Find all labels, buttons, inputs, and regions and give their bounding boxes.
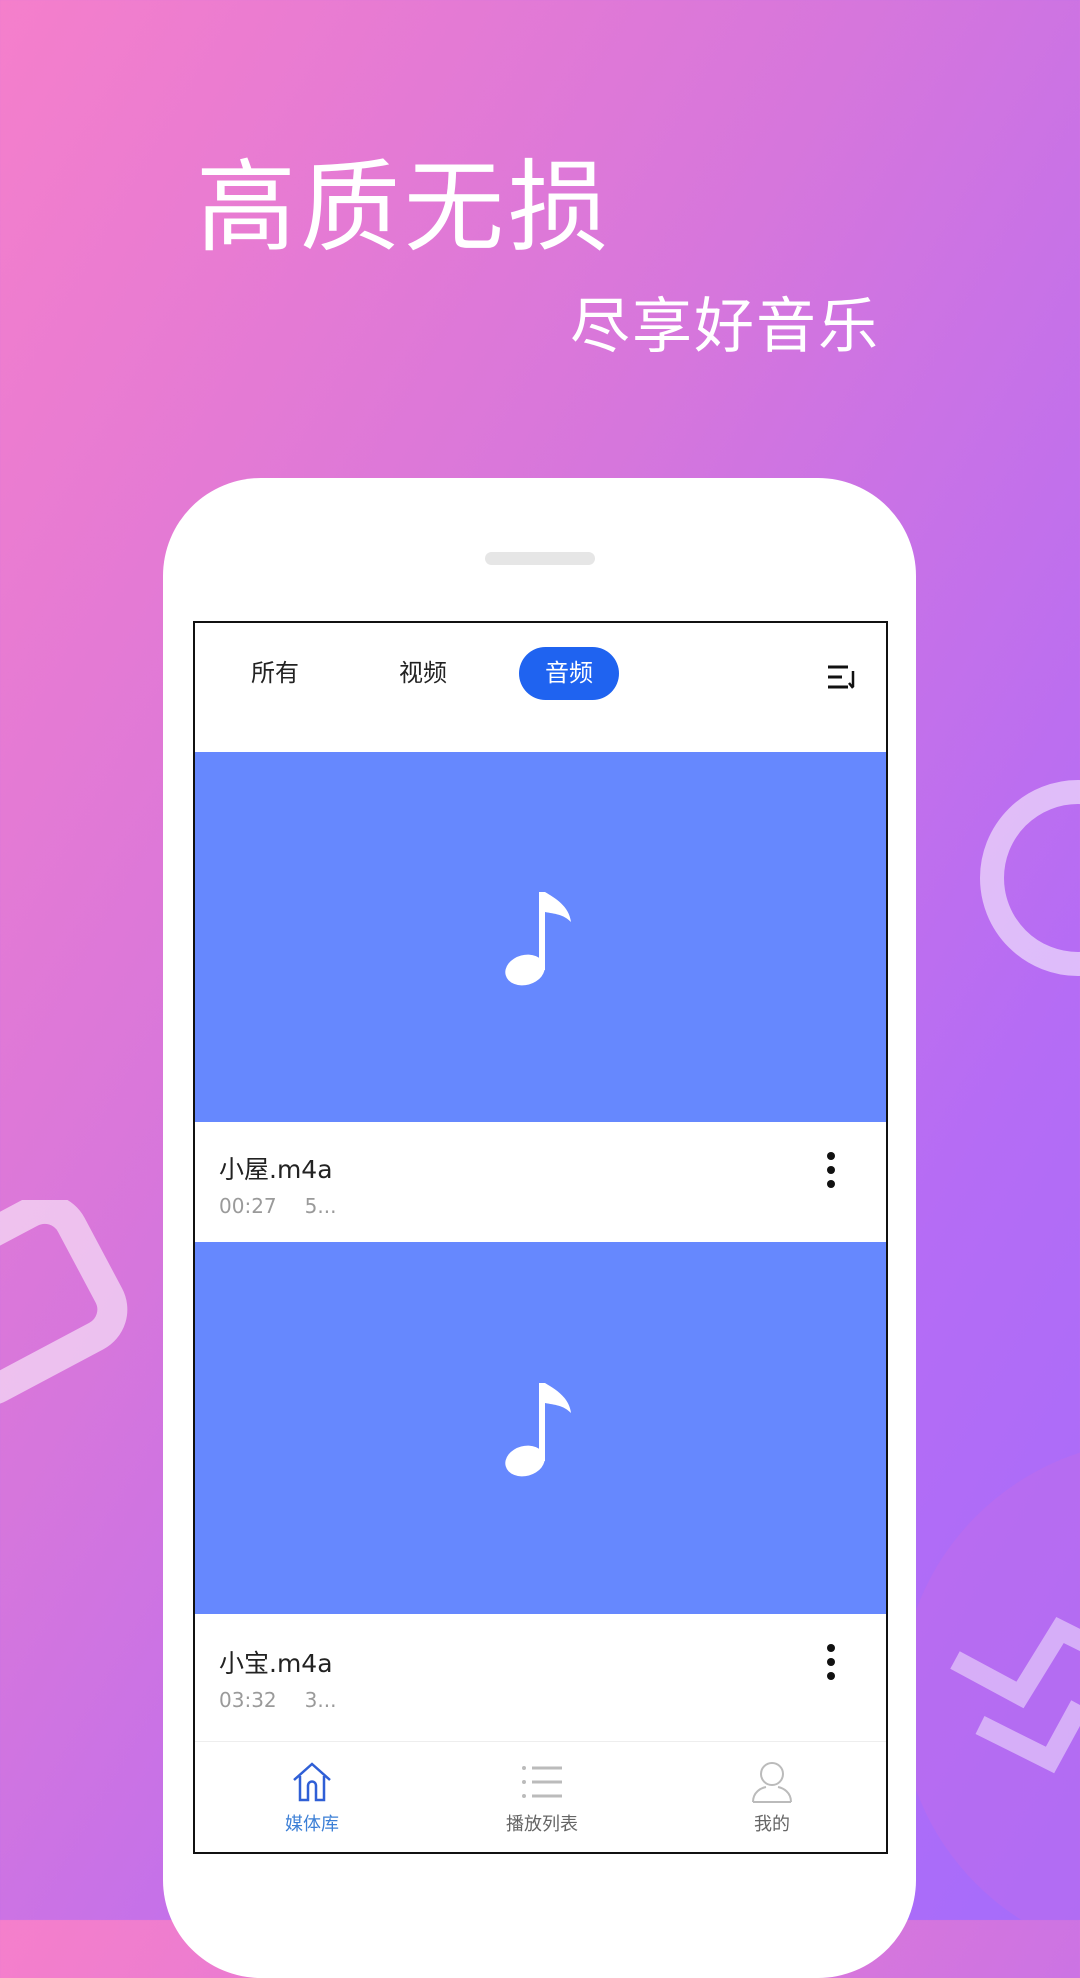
sort-icon[interactable] xyxy=(826,663,858,691)
home-icon xyxy=(293,1762,331,1802)
tab-all[interactable]: 所有 xyxy=(235,647,315,700)
media-size: 3... xyxy=(304,1688,337,1712)
media-thumbnail[interactable] xyxy=(195,1242,886,1614)
list-icon xyxy=(522,1766,562,1798)
nav-mine[interactable]: 我的 xyxy=(682,1742,862,1852)
music-note-icon xyxy=(504,1383,571,1477)
promo-subline: 尽享好音乐 xyxy=(570,292,880,362)
tab-video[interactable]: 视频 xyxy=(383,647,463,700)
nav-label: 我的 xyxy=(754,1814,790,1835)
media-thumbnail[interactable] xyxy=(195,752,886,1122)
app-screen: 所有 视频 音频 小屋.m4a 00:27 5... 小宝.m4a 03:32 3.… xyxy=(193,621,888,1854)
nav-label: 播放列表 xyxy=(506,1814,578,1835)
media-title: 小屋.m4a xyxy=(219,1155,333,1184)
zigzag-decoration xyxy=(950,1616,1080,1774)
more-options-button[interactable] xyxy=(826,1644,836,1686)
media-title: 小宝.m4a xyxy=(219,1649,333,1678)
media-meta: 03:32 3... xyxy=(219,1688,364,1712)
nav-media-library[interactable]: 媒体库 xyxy=(222,1742,402,1852)
rounded-square-decoration xyxy=(0,1200,128,1407)
nav-playlist[interactable]: 播放列表 xyxy=(452,1742,632,1852)
media-item[interactable]: 小宝.m4a 03:32 3... xyxy=(195,1614,886,1739)
media-size: 5... xyxy=(304,1194,337,1218)
bottom-nav: 媒体库 播放列表 我的 xyxy=(195,1741,886,1852)
media-duration: 00:27 xyxy=(219,1194,277,1218)
tab-audio[interactable]: 音频 xyxy=(519,647,619,700)
media-item[interactable]: 小屋.m4a 00:27 5... xyxy=(195,1122,886,1242)
media-duration: 03:32 xyxy=(219,1688,277,1712)
music-note-icon xyxy=(504,892,571,986)
more-options-button[interactable] xyxy=(826,1152,836,1194)
ring-decoration xyxy=(980,780,1080,976)
promo-headline: 高质无损 xyxy=(196,149,612,266)
media-meta: 00:27 5... xyxy=(219,1194,364,1218)
phone-speaker xyxy=(485,552,595,565)
user-icon xyxy=(752,1762,792,1803)
nav-label: 媒体库 xyxy=(285,1814,339,1835)
